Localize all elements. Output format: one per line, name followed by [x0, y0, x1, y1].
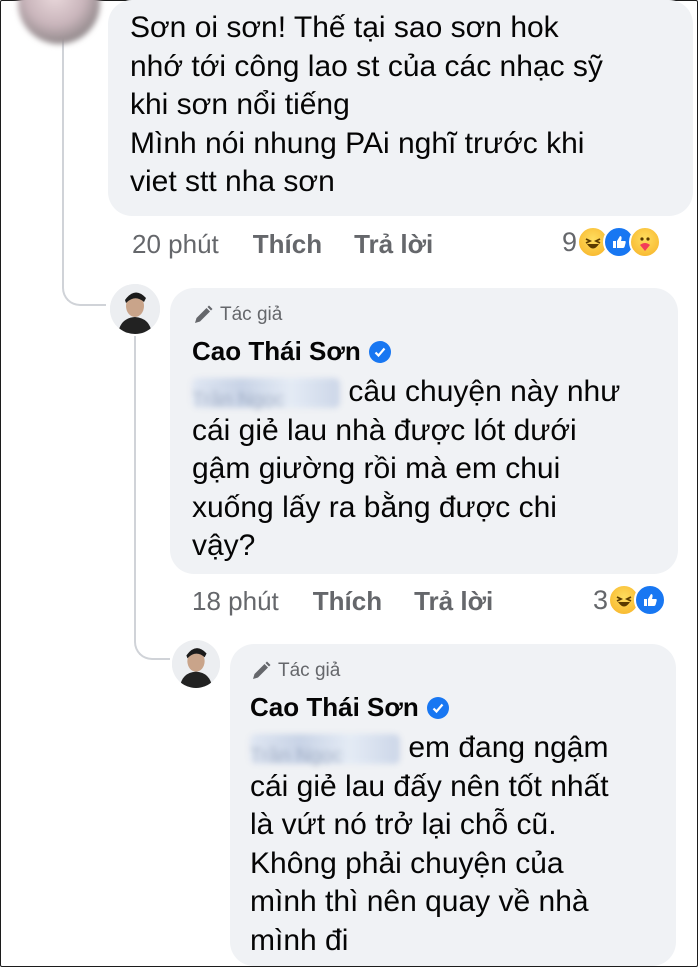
author-badge: Tác giả [192, 302, 658, 328]
thread-connector [134, 610, 170, 660]
verified-badge-icon [368, 340, 391, 363]
comment-text: Sơn oi sơn! Thế tại sao sơn hok nhớ tới … [130, 11, 603, 198]
author-badge: Tác giả [250, 658, 656, 684]
reaction-count: 9 [562, 226, 578, 257]
reply-bubble: Tác giả Cao Thái Sơn Trần Ngọc câu chuyệ… [170, 288, 678, 574]
reply-bubble: Tác giả Cao Thái Sơn Trần Ngọc em đang n… [230, 644, 676, 966]
pencil-icon [195, 305, 213, 323]
reaction-summary[interactable]: 3 [593, 584, 667, 616]
care-icon [629, 226, 662, 258]
author-name[interactable]: Cao Thái Sơn [250, 692, 656, 723]
reaction-count: 3 [593, 584, 609, 615]
author-name[interactable]: Cao Thái Sơn [192, 336, 658, 367]
author-name-text: Cao Thái Sơn [192, 336, 361, 366]
like-icon [634, 584, 667, 616]
reply-button[interactable]: Trả lời [414, 586, 493, 617]
author-avatar[interactable] [172, 640, 220, 688]
like-button[interactable]: Thích [253, 229, 322, 260]
author-badge-label: Tác giả [220, 304, 283, 325]
thread-connector [62, 270, 106, 306]
mention-blurred[interactable]: Trần Ngọc [192, 378, 340, 411]
reply-text-first-line: câu chuyện này như [348, 375, 621, 408]
reply-text-rest: cái giẻ lau nhà được lót dưới gậm giường… [192, 413, 577, 563]
reply-text-rest: cái giẻ lau đấy nên tốt nhất là vứt nó t… [250, 769, 609, 957]
reply-actions: 18 phút Thích Trả lời [192, 586, 525, 617]
comment-bubble: Sơn oi sơn! Thế tại sao sơn hok nhớ tới … [108, 0, 693, 216]
like-button[interactable]: Thích [313, 586, 382, 617]
author-name-text: Cao Thái Sơn [250, 692, 419, 722]
reply-button[interactable]: Trả lời [354, 229, 433, 260]
thread-line [134, 336, 136, 616]
comment-actions: 20 phút Thích Trả lời [132, 229, 465, 260]
reaction-summary[interactable]: 9 [562, 226, 662, 258]
reply-time[interactable]: 18 phút [192, 586, 279, 617]
author-avatar[interactable] [110, 284, 160, 334]
author-badge-label: Tác giả [278, 660, 341, 681]
comment-time[interactable]: 20 phút [132, 229, 219, 260]
reply-text-first-line: em đang ngậm [408, 731, 609, 764]
thread-line [62, 20, 64, 278]
pencil-icon [253, 661, 271, 679]
reply-text: Trần Ngọc em đang ngậm cái giẻ lau đấy n… [250, 729, 656, 960]
verified-badge-icon [426, 696, 449, 719]
reply-text: Trần Ngọc câu chuyện này như cái giẻ lau… [192, 373, 658, 566]
mention-blurred[interactable]: Trần Ngọc [250, 734, 400, 767]
